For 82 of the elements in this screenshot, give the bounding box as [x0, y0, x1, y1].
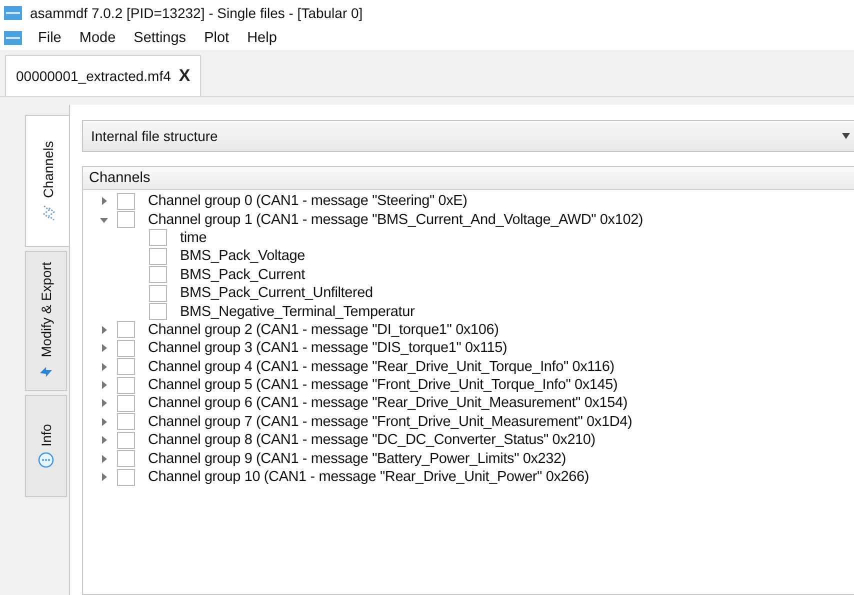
expand-arrow-icon[interactable]	[100, 399, 108, 408]
caret-icon	[842, 133, 850, 139]
checkbox[interactable]	[117, 340, 135, 357]
channel-group-label: Channel group 5 (CAN1 - message "Front_Drive_Unit_Torque_Info" 0x145)	[148, 377, 618, 394]
checkbox[interactable]	[117, 321, 135, 338]
menu-item[interactable]: Plot	[202, 30, 232, 46]
checkbox[interactable]	[149, 284, 167, 302]
checkbox[interactable]	[117, 376, 135, 394]
tree-row[interactable]: time	[83, 228, 854, 248]
channel-label: BMS_Pack_Current_Unfiltered	[180, 285, 373, 302]
channel-label: BMS_Pack_Current	[180, 266, 305, 283]
side-tab[interactable]: Info	[25, 395, 67, 497]
channel-group-label: Channel group 0 (CAN1 - message "Steering" 0xE)	[148, 193, 468, 210]
side-tab-label: Modify & Export	[38, 262, 54, 358]
checkbox[interactable]	[117, 394, 135, 412]
tree-row[interactable]: Channel group 3 (CAN1 - message "DIS_torque1" 0x115)	[83, 339, 854, 358]
checkbox[interactable]	[149, 229, 167, 246]
tree-row[interactable]: BMS_Negative_Terminal_Temperatur	[83, 302, 854, 321]
channel-label: BMS_Negative_Terminal_Temperatur	[180, 304, 415, 320]
checkbox[interactable]	[149, 303, 167, 320]
checkbox[interactable]	[117, 192, 135, 210]
expand-arrow-icon[interactable]	[100, 197, 108, 206]
menu-item[interactable]: File	[36, 30, 64, 46]
expand-arrow-icon[interactable]	[100, 473, 108, 482]
channel-label: time	[180, 230, 207, 246]
collapse-arrow-icon[interactable]	[100, 216, 108, 224]
close-button[interactable]: X	[178, 66, 190, 86]
expand-arrow-icon[interactable]	[100, 454, 108, 463]
tree-row[interactable]: Channel group 8 (CAN1 - message "DC_DC_Converter_Status" 0x210)	[83, 431, 854, 450]
window-title: asammdf 7.0.2 [PID=13232] - Single files - [Tabular 0]	[30, 5, 363, 21]
tree-row[interactable]: BMS_Pack_Current_Unfiltered	[83, 284, 854, 302]
tree-row[interactable]: Channel group 5 (CAN1 - message "Front_Drive_Unit_Torque_Info" 0x145)	[83, 376, 854, 394]
channel-group-label: Channel group 6 (CAN1 - message "Rear_Drive_Unit_Measurement" 0x154)	[148, 395, 628, 412]
menu-item[interactable]: Help	[245, 30, 279, 46]
menu-item[interactable]: Settings	[132, 30, 188, 46]
channel-group-label: Channel group 2 (CAN1 - message "DI_torque1" 0x106)	[148, 322, 499, 338]
side-tab[interactable]: Channels	[25, 115, 71, 247]
tree-row[interactable]: BMS_Pack_Voltage	[83, 247, 854, 266]
channel-group-label: Channel group 4 (CAN1 - message "Rear_Drive_Unit_Torque_Info" 0x116)	[148, 358, 614, 375]
expand-arrow-icon[interactable]	[100, 326, 108, 334]
checkbox[interactable]	[117, 211, 135, 228]
channel-group-label: Channel group 9 (CAN1 - message "Battery_Power_Limits" 0x232)	[148, 450, 566, 467]
checkbox[interactable]	[117, 432, 135, 449]
expand-arrow-icon[interactable]	[100, 381, 108, 390]
tree-row[interactable]: Channel group 1 (CAN1 - message "BMS_Current_And_Voltage_AWD" 0x102)	[83, 210, 854, 229]
app-logo-icon	[4, 6, 22, 20]
app-logo-icon	[4, 31, 22, 45]
tab-label: 00000001_extracted.mf4	[16, 68, 171, 84]
expand-arrow-icon[interactable]	[100, 436, 108, 444]
checkbox[interactable]	[149, 266, 167, 284]
column-header[interactable]: Channels	[83, 167, 854, 190]
channel-label: BMS_Pack_Voltage	[180, 248, 305, 264]
tree-row[interactable]: Channel group 9 (CAN1 - message "Battery_Power_Limits" 0x232)	[83, 449, 854, 468]
side-tab-label: Channels	[41, 141, 56, 199]
info-circle-icon	[38, 452, 54, 468]
tree-row[interactable]: Channel group 2 (CAN1 - message "DI_torque1" 0x106)	[83, 320, 854, 340]
tree-row[interactable]: Channel group 6 (CAN1 - message "Rear_Drive_Unit_Measurement" 0x154)	[83, 394, 854, 413]
file-tab[interactable]: 00000001_extracted.mf4 X	[5, 55, 202, 96]
checkbox[interactable]	[117, 413, 135, 430]
wave-icon	[42, 204, 56, 221]
tree-row[interactable]: Channel group 7 (CAN1 - message "Front_Drive_Unit_Measurement" 0x1D4)	[83, 412, 854, 432]
checkbox[interactable]	[149, 248, 167, 265]
side-tab-label: Info	[38, 424, 54, 446]
channel-group-label: Channel group 10 (CAN1 - message "Rear_Drive_Unit_Power" 0x266)	[148, 469, 589, 486]
checkbox[interactable]	[117, 468, 135, 486]
view-dropdown[interactable]: Internal file structure	[82, 120, 854, 152]
tree-row[interactable]: Channel group 4 (CAN1 - message "Rear_Drive_Unit_Torque_Info" 0x116)	[83, 358, 854, 376]
checkbox[interactable]	[117, 450, 135, 468]
channel-group-label: Channel group 3 (CAN1 - message "DIS_torque1" 0x115)	[148, 340, 508, 356]
tree-row[interactable]: Channel group 10 (CAN1 - message "Rear_Drive_Unit_Power" 0x266)	[83, 468, 854, 486]
menu-item[interactable]: Mode	[77, 30, 118, 46]
channel-group-label: Channel group 8 (CAN1 - message "DC_DC_Converter_Status" 0x210)	[148, 432, 596, 448]
dropdown-value: Internal file structure	[91, 128, 218, 144]
channel-group-label: Channel group 7 (CAN1 - message "Front_Drive_Unit_Measurement" 0x1D4)	[148, 414, 632, 430]
tree-row[interactable]: Channel group 0 (CAN1 - message "Steering" 0xE)	[83, 192, 854, 210]
expand-arrow-icon[interactable]	[100, 362, 108, 371]
channel-group-label: Channel group 1 (CAN1 - message "BMS_Current_And_Voltage_AWD" 0x102)	[148, 212, 644, 228]
tree-row[interactable]: BMS_Pack_Current	[83, 266, 854, 284]
expand-arrow-icon[interactable]	[100, 418, 108, 426]
checkbox[interactable]	[117, 358, 135, 376]
side-tab[interactable]: Modify & Export	[25, 251, 67, 391]
expand-arrow-icon[interactable]	[100, 344, 108, 352]
